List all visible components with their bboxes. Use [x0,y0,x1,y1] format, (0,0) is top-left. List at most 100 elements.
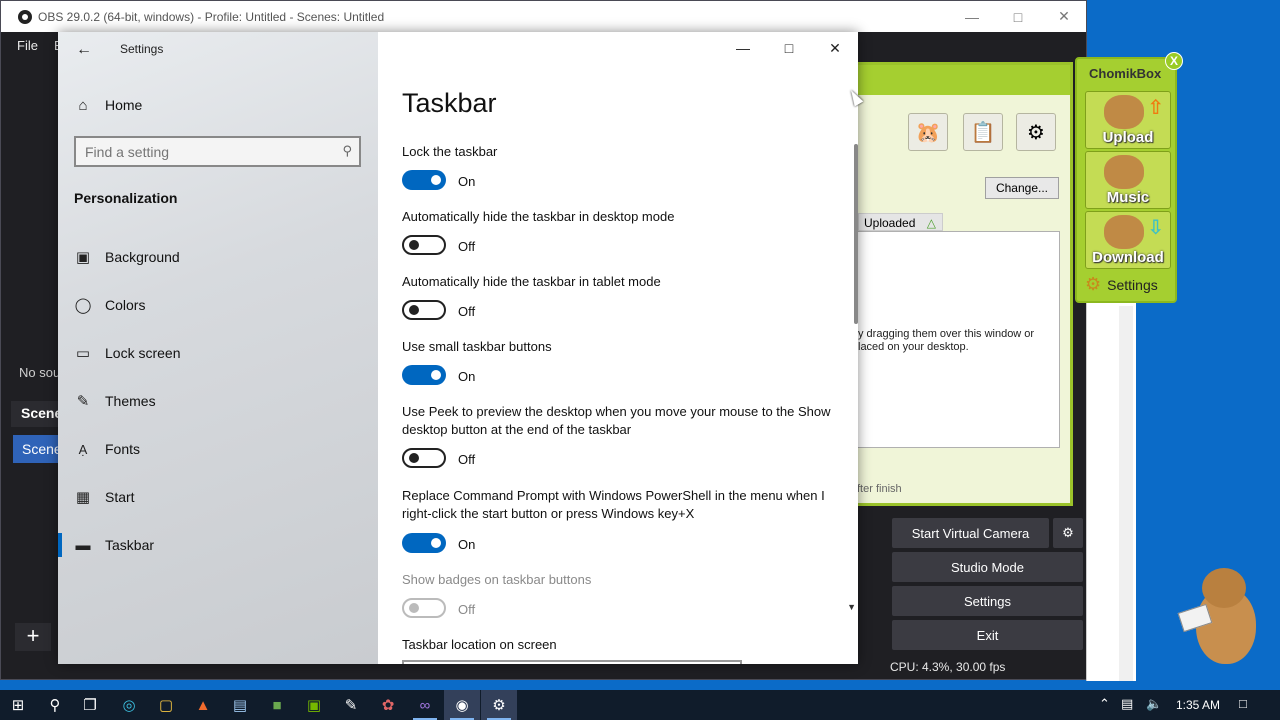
notifications-icon[interactable]: □ [1239,696,1247,711]
notepad-icon[interactable]: ▤ [222,690,258,720]
toggle-switch[interactable] [402,170,446,190]
chomik-upload-button[interactable]: ⇧ Upload [1085,91,1171,149]
file-explorer-icon[interactable]: ▢ [148,690,184,720]
chomik-file-list[interactable]: y dragging them over this window or lace… [858,231,1060,448]
toggle-state: Off [458,602,476,617]
chomikbox-close-button[interactable]: X [1165,52,1183,70]
nvidia-icon[interactable]: ▣ [296,690,332,720]
settings-scrollbar-thumb[interactable] [854,144,858,324]
obs-minimize-button[interactable]: — [949,1,995,32]
obs-scene-item[interactable]: Scene [13,435,59,463]
nav-item-background[interactable]: ▣ Background [58,237,378,277]
chomik-download-button[interactable]: ⇩ Download [1085,211,1171,269]
chomik-settings-button[interactable]: ⚙ Settings [1085,274,1158,295]
nav-item-start[interactable]: ▦ Start [58,477,378,517]
edge-icon[interactable]: ◎ [111,690,147,720]
volume-muted-icon[interactable]: 🔈 [1146,696,1162,712]
chomik-hint-line-1: y dragging them over this window or [858,328,1035,340]
chomik-clipboard-add-icon[interactable]: 📋 [963,113,1003,151]
chomikbox-panel-title: ChomikBox [1089,66,1162,81]
nav-item-label: Start [105,489,135,505]
start-virtual-camera-button[interactable]: Start Virtual Camera [892,518,1049,548]
obs-add-scene-button[interactable]: + [15,623,51,651]
network-icon[interactable]: ▤ [1121,696,1133,712]
chomikbox-window: 🐹 📋 ⚙ Change... Uploaded △ y dragging th… [857,62,1073,506]
obs-settings-button[interactable]: Settings [892,586,1083,616]
obs-scenes-header: Scene [11,401,62,427]
visual-studio-icon[interactable]: ∞ [407,690,443,720]
brush-icon: ✎ [76,393,90,410]
find-setting-search[interactable]: ⚲ [74,136,361,167]
brave-icon[interactable]: ▲ [185,690,221,720]
nav-home[interactable]: ⌂ Home [58,85,378,125]
settings-window: ← Settings ⌂ Home ⚲ Personalization ▣ Ba… [58,32,858,664]
setting-label: Use small taskbar buttons [402,339,552,354]
obs-titlebar[interactable]: OBS 29.0.2 (64-bit, windows) - Profile: … [1,1,1086,32]
setting-small-buttons: Use small taskbar buttons On [402,338,842,385]
tray-clock[interactable]: 1:35 AM [1176,698,1220,712]
minecraft-icon[interactable]: ■ [259,690,295,720]
toggle-switch[interactable] [402,300,446,320]
start-grid-icon: ▦ [75,489,91,506]
desktop-hamster-gadget[interactable] [1177,568,1260,668]
monitor-icon: ▭ [75,345,91,362]
search-input[interactable] [76,143,326,160]
nav-item-lock-screen[interactable]: ▭ Lock screen [58,333,378,373]
task-view-icon[interactable]: ❐ [72,690,108,720]
chomik-settings-label: Settings [1107,276,1158,293]
settings-maximize-button[interactable]: □ [766,32,812,64]
tray-chevron-up-icon[interactable]: ⌃ [1099,696,1110,712]
obs-logo-icon [18,9,32,24]
search-icon[interactable]: ⚲ [37,690,73,720]
chomik-music-button[interactable]: Music [1085,151,1171,209]
chomik-gear-tool-icon[interactable]: ⚙ [1016,113,1056,151]
obs-icon[interactable]: ◉ [444,690,480,720]
toggle-state: Off [458,452,476,467]
toggle-state: On [458,537,476,552]
obs-close-button[interactable]: ✕ [1041,1,1087,32]
setting-label: Lock the taskbar [402,144,498,159]
chomik-hamster-tool-icon[interactable]: 🐹 [908,113,948,151]
setting-powershell: Replace Command Prompt with Windows Powe… [402,487,842,553]
taskbar-location-dropdown[interactable] [402,660,742,664]
settings-nav-pane: ← Settings ⌂ Home ⚲ Personalization ▣ Ba… [58,32,378,664]
settings-minimize-button[interactable]: — [720,32,766,64]
chomik-list-header-uploaded[interactable]: Uploaded △ [858,213,943,231]
font-icon: Ạ [78,441,88,457]
nav-item-themes[interactable]: ✎ Themes [58,381,378,421]
toggle-switch[interactable] [402,235,446,255]
chomik-change-button[interactable]: Change... [985,177,1059,199]
hamster-icon [1104,215,1144,249]
nav-item-colors[interactable]: ◯ Colors [58,285,378,325]
palette-icon: ◯ [74,297,92,314]
studio-mode-button[interactable]: Studio Mode [892,552,1083,582]
obs-maximize-button[interactable]: □ [995,1,1041,32]
obs-exit-button[interactable]: Exit [892,620,1083,650]
nav-item-label: Colors [105,297,146,313]
scroll-down-arrow-icon[interactable]: ▼ [847,602,856,612]
nav-item-label: Fonts [105,441,141,457]
chomikbox-titlebar[interactable] [858,65,1070,95]
settings-content-pane: — □ ✕ Taskbar Lock the taskbar On Automa… [378,32,858,664]
nav-item-taskbar[interactable]: ▬ Taskbar [58,525,378,565]
app-icon[interactable]: ✿ [370,690,406,720]
page-title: Taskbar [402,88,497,118]
nav-item-fonts[interactable]: Ạ Fonts [58,429,378,469]
settings-app-title: Settings [120,42,164,56]
toggle-switch[interactable] [402,365,446,385]
settings-close-button[interactable]: ✕ [812,32,858,64]
back-arrow-icon[interactable]: ← [74,40,94,60]
start-icon[interactable]: ⊞ [0,690,36,720]
toggle-switch[interactable] [402,448,446,468]
obs-window-title: OBS 29.0.2 (64-bit, windows) - Profile: … [38,9,385,24]
settings-icon[interactable]: ⚙ [481,690,517,720]
setting-label: Taskbar location on screen [402,637,557,652]
toggle-switch[interactable] [402,533,446,553]
obs-scrollbar[interactable] [1119,306,1133,681]
virtual-camera-settings-gear-icon[interactable]: ⚙ [1053,518,1083,548]
setting-badges: Show badges on taskbar buttons Off [402,571,842,618]
menu-file[interactable]: File [17,38,38,53]
setting-autohide-tablet: Automatically hide the taskbar in tablet… [402,273,842,320]
toggle-state: Off [458,239,476,254]
paint-icon[interactable]: ✎ [333,690,369,720]
